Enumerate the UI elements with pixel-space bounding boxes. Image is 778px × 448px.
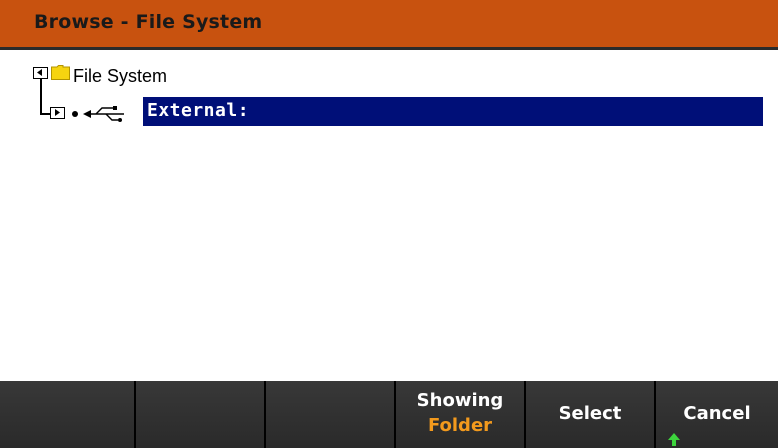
tree-connector-horizontal (40, 113, 50, 115)
softkey-bar: Showing Folder Select Cancel (0, 381, 778, 448)
cancel-button[interactable]: Cancel (656, 381, 778, 448)
tree-node-label-root[interactable]: File System (73, 66, 167, 87)
softkey-2[interactable] (136, 381, 266, 448)
collapse-toggle[interactable] (33, 67, 48, 79)
softkey-1[interactable] (0, 381, 136, 448)
arrow-up-icon (668, 433, 680, 446)
triangle-left-icon (37, 69, 42, 76)
softkey-label: Showing (416, 390, 504, 411)
tree-connector-vertical (40, 79, 42, 114)
select-button[interactable]: Select (526, 381, 656, 448)
softkey-label: Select (558, 403, 622, 424)
file-tree: File System External: (0, 50, 778, 381)
tree-node-label-external: External: (147, 100, 250, 121)
title-bar: Browse - File System (0, 0, 778, 50)
softkey-label: Cancel (683, 403, 751, 424)
folder-icon (51, 65, 70, 80)
usb-icon (72, 106, 124, 122)
softkey-value: Folder (427, 415, 493, 436)
selected-row-external[interactable]: External: (143, 97, 763, 126)
expand-toggle[interactable] (50, 107, 65, 119)
triangle-right-icon (55, 109, 60, 116)
softkey-3[interactable] (266, 381, 396, 448)
page-title: Browse - File System (34, 11, 263, 33)
showing-folder-button[interactable]: Showing Folder (396, 381, 526, 448)
